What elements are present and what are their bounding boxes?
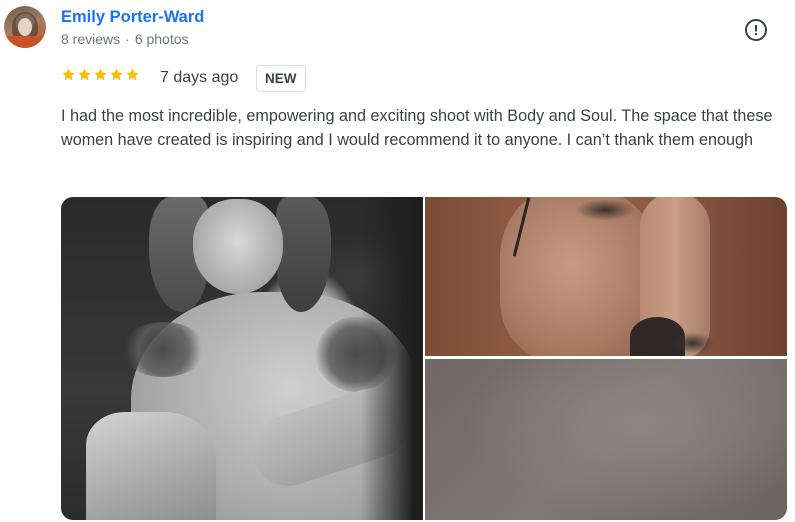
- reviewer-avatar[interactable]: [4, 6, 46, 48]
- star-rating: [61, 67, 140, 82]
- star-icon: [78, 68, 91, 81]
- new-badge: NEW: [256, 65, 306, 92]
- review-age: 7 days ago: [160, 69, 239, 86]
- avatar-face: [18, 18, 32, 36]
- report-button[interactable]: [745, 19, 767, 41]
- reviewer-name[interactable]: Emily Porter-Ward: [61, 8, 204, 27]
- star-icon: [110, 68, 123, 81]
- avatar-shirt: [4, 36, 46, 48]
- meta-separator: ·: [125, 31, 130, 47]
- photo-tattoo-bottom: [670, 332, 715, 354]
- review-photo-1[interactable]: [61, 197, 423, 520]
- photo-shadow: [361, 197, 423, 520]
- photo-tattoo-left: [121, 322, 206, 377]
- review-photo-2[interactable]: [425, 197, 787, 356]
- star-icon: [126, 68, 139, 81]
- review-text: I had the most incredible, empowering an…: [61, 107, 773, 149]
- report-icon: [755, 25, 757, 35]
- photo-tattoo-top: [575, 199, 635, 221]
- star-icon: [94, 68, 107, 81]
- reviewer-meta: 8 reviews · 6 photos: [61, 31, 189, 47]
- photo-subject-face: [193, 199, 283, 294]
- review-card: Emily Porter-Ward 8 reviews · 6 photos 7 d…: [0, 0, 795, 522]
- review-photo-3[interactable]: [425, 359, 787, 520]
- reviewer-review-count: 8 reviews: [61, 31, 121, 47]
- photo-robe: [86, 412, 216, 520]
- star-icon: [62, 68, 75, 81]
- reviewer-photo-count: 6 photos: [134, 31, 189, 47]
